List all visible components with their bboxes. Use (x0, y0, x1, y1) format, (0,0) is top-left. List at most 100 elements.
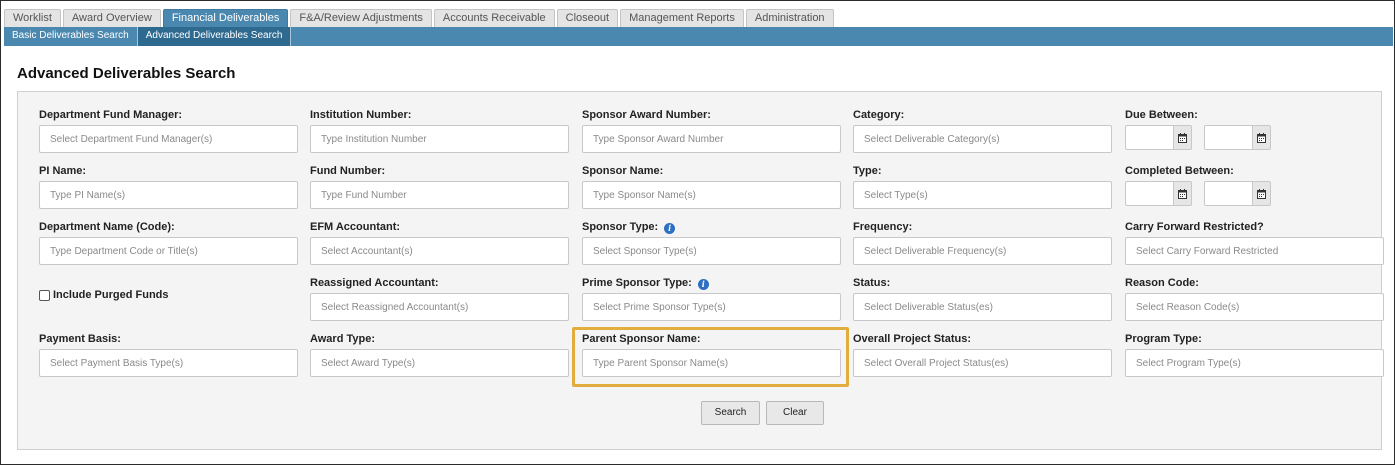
status-input[interactable] (853, 293, 1112, 321)
sponsor-name-input[interactable] (582, 181, 841, 209)
sponsor-type-label-row: Sponsor Type: i (582, 221, 841, 237)
page-title: Advanced Deliverables Search (17, 65, 236, 82)
reassigned-accountant-input[interactable] (310, 293, 569, 321)
sponsor-award-number-input[interactable] (582, 125, 841, 153)
institution-number-label: Institution Number: (310, 109, 412, 121)
type-label: Type: (853, 165, 882, 177)
field-payment-basis: Payment Basis: (39, 333, 298, 377)
payment-basis-label: Payment Basis: (39, 333, 121, 345)
completed-from-input[interactable] (1125, 181, 1174, 206)
due-between-label: Due Between: (1125, 109, 1198, 121)
prime-sponsor-type-label-row: Prime Sponsor Type: i (582, 277, 841, 293)
reason-code-input[interactable] (1125, 293, 1384, 321)
sponsor-type-label: Sponsor Type: (582, 221, 659, 233)
field-reason-code: Reason Code: (1125, 277, 1384, 321)
fund-number-input[interactable] (310, 181, 569, 209)
field-completed-between: Completed Between: (1125, 165, 1384, 206)
clear-button[interactable]: Clear (766, 401, 824, 425)
field-frequency: Frequency: (853, 221, 1112, 265)
completed-to-group (1204, 181, 1271, 206)
calendar-icon[interactable] (1174, 181, 1192, 206)
field-pi-name: PI Name: (39, 165, 298, 209)
tab-award-overview[interactable]: Award Overview (62, 9, 161, 27)
field-status: Status: (853, 277, 1112, 321)
efm-accountant-label: EFM Accountant: (310, 221, 401, 233)
completed-to-input[interactable] (1204, 181, 1253, 206)
prime-sponsor-type-input[interactable] (582, 293, 841, 321)
due-from-group (1125, 125, 1192, 150)
tab-administration[interactable]: Administration (745, 9, 834, 27)
sponsor-award-number-label: Sponsor Award Number: (582, 109, 711, 121)
parent-sponsor-name-input[interactable] (582, 349, 841, 377)
field-fund-number: Fund Number: (310, 165, 569, 209)
sponsor-type-input[interactable] (582, 237, 841, 265)
calendar-icon[interactable] (1253, 125, 1271, 150)
due-from-input[interactable] (1125, 125, 1174, 150)
search-panel: Department Fund Manager: PI Name: Depart… (17, 91, 1384, 450)
category-label: Category: (853, 109, 905, 121)
department-name-input[interactable] (39, 237, 298, 265)
program-type-input[interactable] (1125, 349, 1384, 377)
field-parent-sponsor-name: Parent Sponsor Name: (582, 333, 841, 377)
subtab-basic-deliverables-search[interactable]: Basic Deliverables Search (4, 27, 138, 46)
overall-project-status-input[interactable] (853, 349, 1112, 377)
department-fund-manager-label: Department Fund Manager: (39, 109, 183, 121)
field-category: Category: (853, 109, 1112, 153)
info-icon[interactable]: i (664, 223, 676, 234)
sub-tab-bar: Basic Deliverables Search Advanced Deliv… (4, 27, 1393, 46)
field-type: Type: (853, 165, 1112, 209)
calendar-icon[interactable] (1253, 181, 1271, 206)
prime-sponsor-type-label: Prime Sponsor Type: (582, 277, 692, 289)
category-input[interactable] (853, 125, 1112, 153)
carry-forward-restricted-input[interactable] (1125, 237, 1384, 265)
field-carry-forward-restricted: Carry Forward Restricted? (1125, 221, 1384, 265)
institution-number-input[interactable] (310, 125, 569, 153)
field-award-type: Award Type: (310, 333, 569, 377)
pi-name-input[interactable] (39, 181, 298, 209)
parent-sponsor-name-label: Parent Sponsor Name: (582, 333, 701, 345)
field-program-type: Program Type: (1125, 333, 1384, 377)
field-department-fund-manager: Department Fund Manager: (39, 109, 298, 153)
tab-management-reports[interactable]: Management Reports (620, 9, 744, 27)
program-type-label: Program Type: (1125, 333, 1202, 345)
department-name-label: Department Name (Code): (39, 221, 175, 233)
field-reassigned-accountant: Reassigned Accountant: (310, 277, 569, 321)
search-button[interactable]: Search (701, 401, 760, 425)
field-department-name: Department Name (Code): (39, 221, 298, 265)
type-input[interactable] (853, 181, 1112, 209)
field-due-between: Due Between: (1125, 109, 1384, 150)
top-tab-bar: Worklist Award Overview Financial Delive… (4, 9, 836, 27)
tab-closeout[interactable]: Closeout (556, 9, 619, 27)
due-to-group (1204, 125, 1271, 150)
due-between-range (1125, 125, 1384, 150)
tab-worklist[interactable]: Worklist (4, 9, 61, 27)
pi-name-label: PI Name: (39, 165, 87, 177)
due-to-input[interactable] (1204, 125, 1253, 150)
tab-financial-deliverables[interactable]: Financial Deliverables (162, 9, 289, 27)
department-fund-manager-input[interactable] (39, 125, 298, 153)
carry-forward-restricted-label: Carry Forward Restricted? (1125, 221, 1264, 233)
completed-between-range (1125, 181, 1384, 206)
include-purged-funds-checkbox[interactable] (39, 289, 50, 301)
completed-from-group (1125, 181, 1192, 206)
app-frame: Worklist Award Overview Financial Delive… (0, 0, 1395, 465)
award-type-input[interactable] (310, 349, 569, 377)
payment-basis-input[interactable] (39, 349, 298, 377)
efm-accountant-input[interactable] (310, 237, 569, 265)
calendar-icon[interactable] (1174, 125, 1192, 150)
status-label: Status: (853, 277, 891, 289)
field-institution-number: Institution Number: (310, 109, 569, 153)
subtab-advanced-deliverables-search[interactable]: Advanced Deliverables Search (137, 27, 292, 46)
field-prime-sponsor-type: Prime Sponsor Type: i (582, 277, 841, 321)
overall-project-status-label: Overall Project Status: (853, 333, 971, 345)
tab-fa-review-adjustments[interactable]: F&A/Review Adjustments (290, 9, 432, 27)
award-type-label: Award Type: (310, 333, 375, 345)
frequency-input[interactable] (853, 237, 1112, 265)
include-purged-funds[interactable]: Include Purged Funds (39, 289, 169, 301)
completed-between-label: Completed Between: (1125, 165, 1234, 177)
field-efm-accountant: EFM Accountant: (310, 221, 569, 265)
include-purged-funds-label: Include Purged Funds (53, 289, 169, 301)
tab-accounts-receivable[interactable]: Accounts Receivable (433, 9, 555, 27)
reason-code-label: Reason Code: (1125, 277, 1199, 289)
info-icon[interactable]: i (697, 279, 709, 290)
